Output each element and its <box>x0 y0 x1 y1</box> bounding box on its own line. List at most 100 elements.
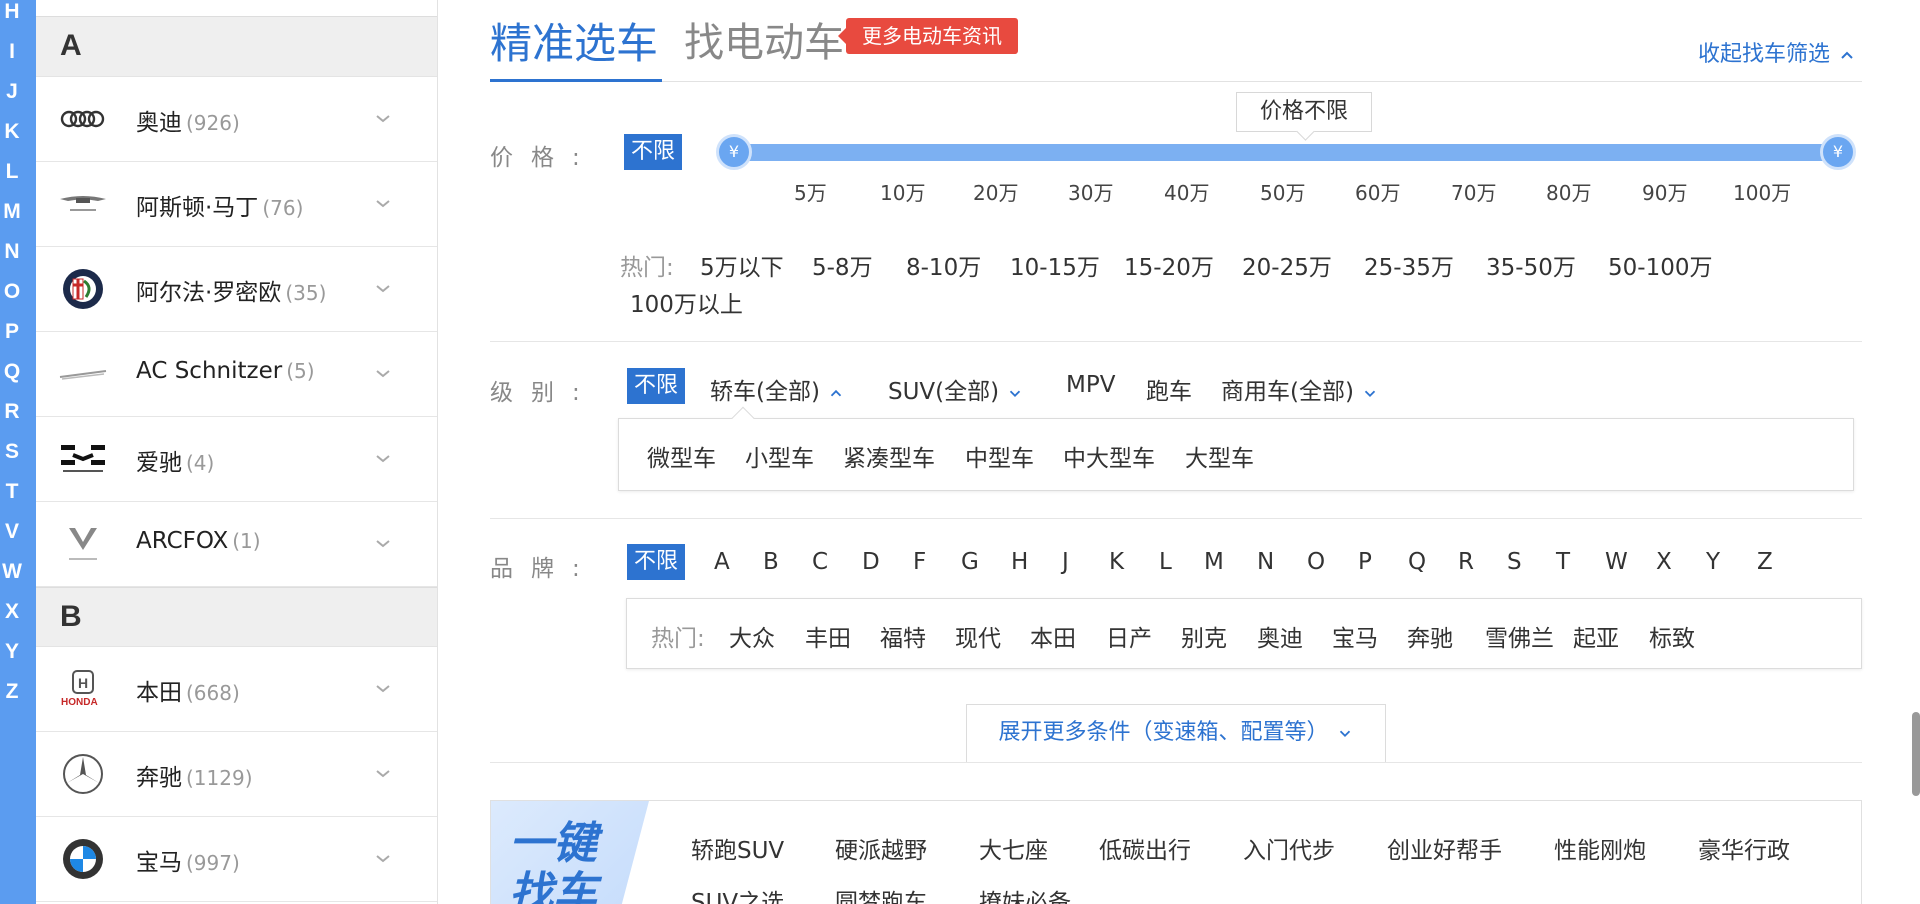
brand-letter-option[interactable]: Q <box>1408 549 1426 575</box>
price-unlimited-chip[interactable]: 不限 <box>624 134 683 170</box>
letter-index-q[interactable]: Q <box>0 360 24 384</box>
letter-index-x[interactable]: X <box>0 600 24 624</box>
letter-index-l[interactable]: L <box>0 160 24 184</box>
letter-index-p[interactable]: P <box>0 320 24 344</box>
chevron-down-icon[interactable] <box>371 847 395 871</box>
price-hot-option[interactable]: 5-8万 <box>812 248 873 282</box>
brand-letter-option[interactable]: X <box>1656 549 1672 575</box>
sedan-subtype-option[interactable]: 大型车 <box>1185 439 1254 473</box>
letter-index-v[interactable]: V <box>0 520 24 544</box>
quick-find-item[interactable]: 圆梦跑车 <box>835 883 927 904</box>
level-unlimited-chip[interactable]: 不限 <box>627 368 686 404</box>
ev-news-badge[interactable]: 更多电动车资讯 <box>838 18 1018 54</box>
brand-letter-option[interactable]: M <box>1204 549 1224 575</box>
chevron-down-icon[interactable] <box>371 532 395 556</box>
price-slider-min-handle[interactable]: ¥ <box>716 134 752 170</box>
brand-letter-option[interactable]: F <box>913 549 926 575</box>
sedan-subtype-option[interactable]: 小型车 <box>745 439 814 473</box>
hot-brand-option[interactable]: 现代 <box>955 619 1001 653</box>
brand-letter-option[interactable]: D <box>862 549 880 575</box>
brand-row-alfa-romeo[interactable]: 阿尔法·罗密欧 (35) <box>36 247 437 332</box>
price-hot-option[interactable]: 15-20万 <box>1124 248 1214 282</box>
price-slider-track[interactable] <box>734 144 1838 161</box>
brand-row-honda[interactable]: H HONDA 本田 (668) <box>36 647 437 732</box>
letter-index-j[interactable]: J <box>0 80 24 104</box>
chevron-down-icon[interactable] <box>371 192 395 216</box>
quick-find-item[interactable]: 大七座 <box>979 831 1048 865</box>
chevron-down-icon[interactable] <box>371 362 395 386</box>
price-hot-option[interactable]: 20-25万 <box>1242 248 1332 282</box>
tab-find-ev[interactable]: 找电动车 <box>684 10 844 68</box>
brand-unlimited-chip[interactable]: 不限 <box>627 544 686 580</box>
hot-brand-option[interactable]: 奥迪 <box>1257 619 1303 653</box>
price-hot-option[interactable]: 10-15万 <box>1010 248 1100 282</box>
brand-letter-option[interactable]: K <box>1109 549 1124 575</box>
quick-find-item[interactable]: 豪华行政 <box>1698 831 1790 865</box>
chevron-down-icon[interactable] <box>371 762 395 786</box>
brand-row-aiways[interactable]: 爱驰 (4) <box>36 417 437 502</box>
price-hot-option[interactable]: 5万以下 <box>700 248 784 282</box>
brand-letter-option[interactable]: Y <box>1706 549 1720 575</box>
chevron-down-icon[interactable] <box>371 107 395 131</box>
quick-find-item[interactable]: SUV之选 <box>691 883 784 904</box>
level-option-sedan[interactable]: 轿车(全部) <box>710 372 845 406</box>
hot-brand-option[interactable]: 丰田 <box>805 619 851 653</box>
scrollbar-thumb[interactable] <box>1912 712 1920 796</box>
level-option-commercial[interactable]: 商用车(全部) <box>1221 372 1379 406</box>
sedan-subtype-option[interactable]: 紧凑型车 <box>843 439 935 473</box>
brand-letter-option[interactable]: T <box>1556 549 1570 575</box>
hot-brand-option[interactable]: 本田 <box>1030 619 1076 653</box>
price-hot-option[interactable]: 50-100万 <box>1608 248 1712 282</box>
level-option-suv[interactable]: SUV(全部) <box>888 372 1024 406</box>
brand-row-mercedes[interactable]: 奔驰 (1129) <box>36 732 437 817</box>
hot-brand-option[interactable]: 起亚 <box>1573 619 1619 653</box>
hot-brand-option[interactable]: 别克 <box>1181 619 1227 653</box>
brand-row-bmw[interactable]: 宝马 (997) <box>36 817 437 902</box>
brand-letter-option[interactable]: O <box>1307 549 1325 575</box>
chevron-down-icon[interactable] <box>371 677 395 701</box>
brand-letter-option[interactable]: N <box>1257 549 1274 575</box>
brand-letter-option[interactable]: W <box>1605 549 1628 575</box>
quick-find-item[interactable]: 轿跑SUV <box>691 831 784 865</box>
brand-letter-option[interactable]: Z <box>1757 549 1773 575</box>
brand-letter-option[interactable]: L <box>1159 549 1172 575</box>
brand-letter-option[interactable]: G <box>961 549 979 575</box>
level-option-sports[interactable]: 跑车 <box>1146 372 1192 406</box>
price-hot-option[interactable]: 25-35万 <box>1364 248 1454 282</box>
quick-find-item[interactable]: 性能刚炮 <box>1554 831 1646 865</box>
collapse-filter-link[interactable]: 收起找车筛选 <box>1698 36 1857 68</box>
letter-index-k[interactable]: K <box>0 120 24 144</box>
price-hot-option[interactable]: 8-10万 <box>906 248 981 282</box>
hot-brand-option[interactable]: 标致 <box>1649 619 1695 653</box>
letter-index-h[interactable]: H <box>0 0 24 24</box>
letter-index-i[interactable]: I <box>0 40 24 64</box>
letter-index-w[interactable]: W <box>0 560 24 584</box>
hot-brand-option[interactable]: 福特 <box>880 619 926 653</box>
letter-index-z[interactable]: Z <box>0 680 24 704</box>
brand-letter-option[interactable]: J <box>1062 549 1069 575</box>
brand-letter-option[interactable]: A <box>714 549 730 575</box>
price-slider-max-handle[interactable]: ¥ <box>1820 134 1856 170</box>
letter-index-m[interactable]: M <box>0 200 24 224</box>
quick-find-item[interactable]: 撩妹必备 <box>979 883 1071 904</box>
brand-row-audi[interactable]: 奥迪 (926) <box>36 77 437 162</box>
tab-precise-select[interactable]: 精准选车 <box>490 10 663 82</box>
brand-letter-option[interactable]: B <box>763 549 779 575</box>
brand-letter-option[interactable]: H <box>1011 549 1028 575</box>
brand-letter-option[interactable]: R <box>1458 549 1474 575</box>
quick-find-item[interactable]: 入门代步 <box>1243 831 1335 865</box>
price-hot-option[interactable]: 100万以上 <box>630 285 743 319</box>
hot-brand-option[interactable]: 大众 <box>729 619 775 653</box>
quick-find-item[interactable]: 硬派越野 <box>835 831 927 865</box>
hot-brand-option[interactable]: 雪佛兰 <box>1485 619 1554 653</box>
brand-letter-option[interactable]: P <box>1358 549 1372 575</box>
brand-letter-option[interactable]: C <box>812 549 828 575</box>
letter-index-n[interactable]: N <box>0 240 24 264</box>
sedan-subtype-option[interactable]: 中大型车 <box>1063 439 1155 473</box>
level-option-mpv[interactable]: MPV <box>1066 372 1115 398</box>
sedan-subtype-option[interactable]: 微型车 <box>647 439 716 473</box>
letter-index-s[interactable]: S <box>0 440 24 464</box>
quick-find-item[interactable]: 低碳出行 <box>1099 831 1191 865</box>
letter-index-r[interactable]: R <box>0 400 24 424</box>
price-hot-option[interactable]: 35-50万 <box>1486 248 1576 282</box>
